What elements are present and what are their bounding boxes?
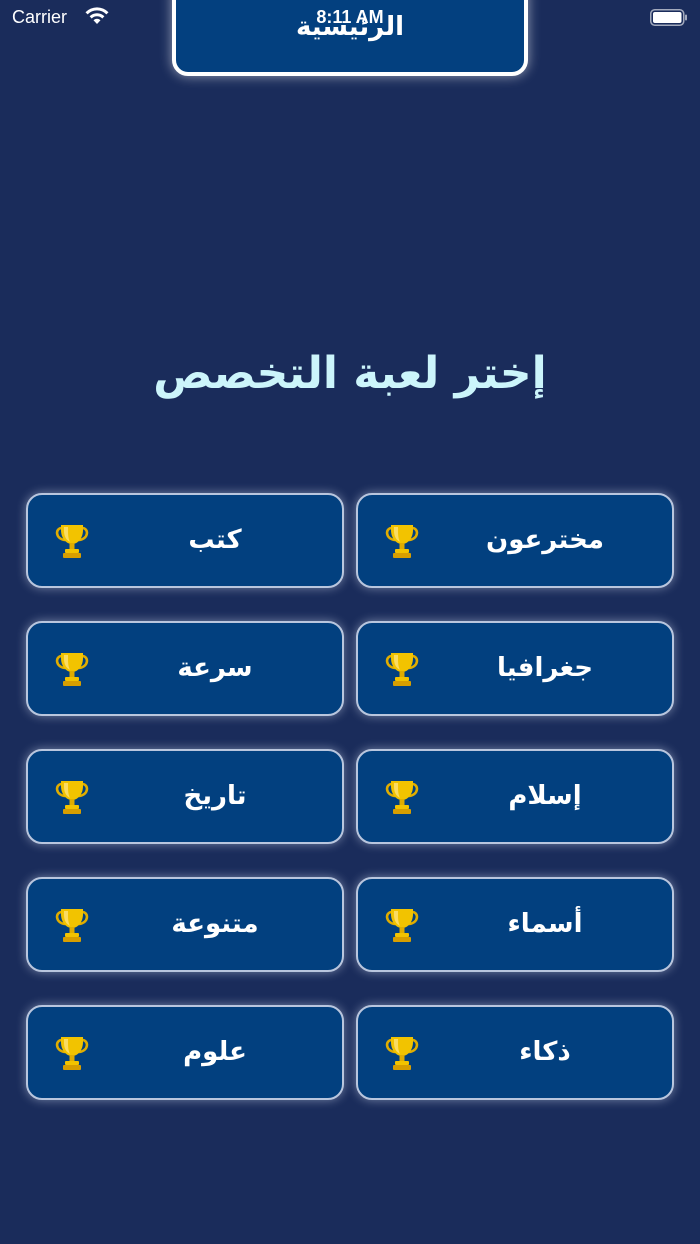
trophy-icon <box>385 523 419 560</box>
trophy-icon <box>55 907 89 944</box>
category-button-inventors[interactable]: مخترعون <box>356 493 674 588</box>
category-button-history[interactable]: تاريخ <box>26 749 344 844</box>
category-button-intelligence[interactable]: ذكاء <box>356 1005 674 1100</box>
trophy-icon <box>55 651 89 688</box>
category-label: متنوعة <box>171 909 259 939</box>
category-button-books[interactable]: كتب <box>26 493 344 588</box>
trophy-icon <box>55 523 89 560</box>
category-label: كتب <box>188 525 242 555</box>
trophy-icon <box>385 779 419 816</box>
category-label: تاريخ <box>183 781 247 811</box>
trophy-icon <box>55 1035 89 1072</box>
battery-icon <box>650 9 687 26</box>
category-label: أسماء <box>507 909 583 939</box>
trophy-icon <box>385 651 419 688</box>
category-button-islam[interactable]: إسلام <box>356 749 674 844</box>
category-button-names[interactable]: أسماء <box>356 877 674 972</box>
category-button-geography[interactable]: جغرافيا <box>356 621 674 716</box>
category-label: سرعة <box>177 653 253 683</box>
category-grid: كتب مخترعون سرعة جغرافيا تاريخ إسلام متن… <box>26 493 674 1100</box>
category-label: جغرافيا <box>497 653 593 683</box>
status-time: 8:11 AM <box>316 7 384 27</box>
status-bar: Carrier 8:11 AM <box>0 0 700 36</box>
category-label: مخترعون <box>486 525 604 555</box>
category-button-speed[interactable]: سرعة <box>26 621 344 716</box>
category-button-miscellaneous[interactable]: متنوعة <box>26 877 344 972</box>
trophy-icon <box>55 779 89 816</box>
category-label: إسلام <box>508 781 582 811</box>
trophy-icon <box>385 1035 419 1072</box>
category-label: علوم <box>183 1037 247 1067</box>
category-label: ذكاء <box>519 1037 571 1067</box>
category-button-sciences[interactable]: علوم <box>26 1005 344 1100</box>
trophy-icon <box>385 907 419 944</box>
page-title: إختر لعبة التخصص <box>153 348 547 399</box>
